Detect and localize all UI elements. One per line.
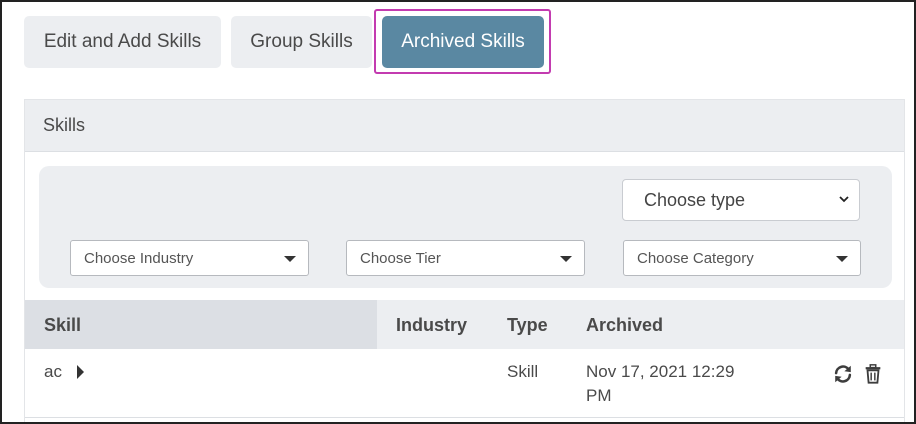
tab-edit-add-skills[interactable]: Edit and Add Skills xyxy=(24,16,221,68)
industry-select-value: Choose Industry xyxy=(84,249,194,267)
skill-type: Skill xyxy=(507,362,539,381)
chevron-down-icon xyxy=(839,196,849,203)
app-frame: Edit and Add Skills Group Skills Archive… xyxy=(0,0,916,424)
category-select[interactable]: Choose Category xyxy=(623,240,861,276)
header-skill[interactable]: Skill xyxy=(44,315,81,336)
type-select[interactable]: Choose type xyxy=(622,179,860,221)
expand-caret-icon[interactable] xyxy=(77,365,84,379)
industry-select[interactable]: Choose Industry xyxy=(70,240,309,276)
header-type[interactable]: Type xyxy=(507,315,548,336)
category-select-value: Choose Category xyxy=(637,249,754,267)
tab-group-skills[interactable]: Group Skills xyxy=(231,16,372,68)
archived-time: PM xyxy=(586,386,612,405)
panel-title: Skills xyxy=(43,115,86,135)
caret-down-icon xyxy=(284,256,296,262)
skills-panel: Skills Choose type Choose Industry Choos… xyxy=(24,99,905,422)
row-divider xyxy=(25,417,904,418)
table-header: Skill Industry Type Archived xyxy=(25,300,904,349)
header-industry[interactable]: Industry xyxy=(396,315,467,336)
caret-down-icon xyxy=(836,256,848,262)
skill-name: ac xyxy=(44,362,62,381)
archived-date: Nov 17, 2021 12:29 xyxy=(586,362,735,381)
caret-down-icon xyxy=(560,256,572,262)
panel-header: Skills xyxy=(25,100,904,152)
tab-archived-skills[interactable]: Archived Skills xyxy=(382,16,544,68)
refresh-icon[interactable] xyxy=(832,363,854,385)
tier-select[interactable]: Choose Tier xyxy=(346,240,585,276)
filters-area: Choose type Choose Industry Choose Tier … xyxy=(39,166,892,288)
type-select-value: Choose type xyxy=(644,189,746,210)
trash-icon[interactable] xyxy=(862,363,884,385)
header-archived[interactable]: Archived xyxy=(586,315,663,336)
tier-select-value: Choose Tier xyxy=(360,249,441,267)
